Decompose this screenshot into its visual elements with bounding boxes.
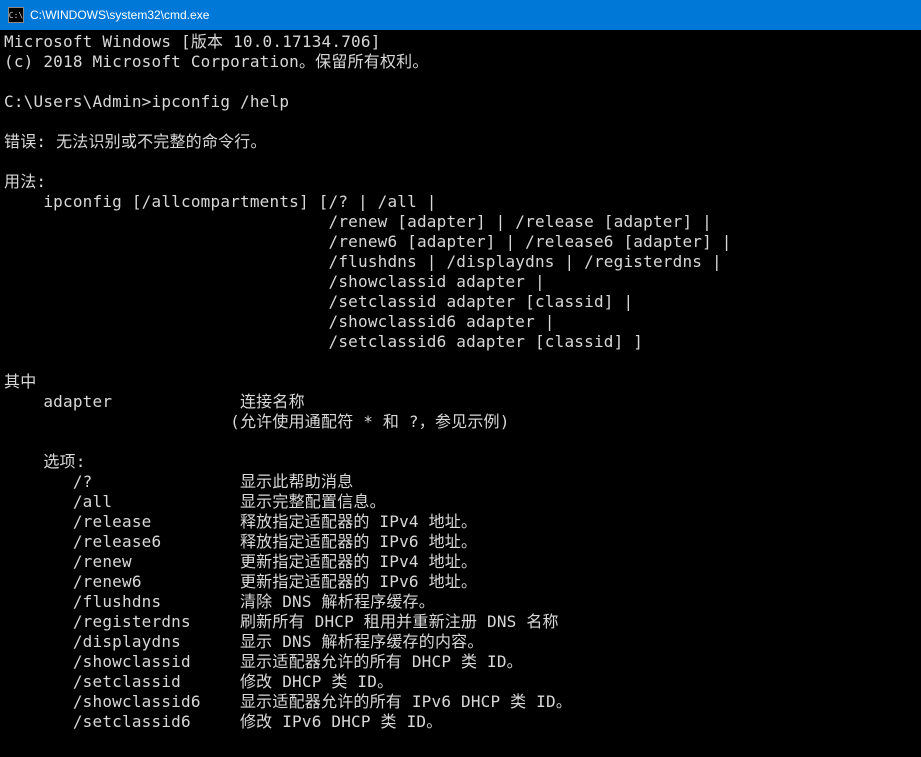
console-line [4, 432, 917, 452]
console-line: 用法: [4, 172, 917, 192]
window-title: C:\WINDOWS\system32\cmd.exe [30, 8, 209, 22]
console-line: /flushdns | /displaydns | /registerdns | [4, 252, 917, 272]
console-line [4, 352, 917, 372]
console-line: /registerdns 刷新所有 DHCP 租用并重新注册 DNS 名称 [4, 612, 917, 632]
console-line: /showclassid6 显示适配器允许的所有 IPv6 DHCP 类 ID。 [4, 692, 917, 712]
console-line: /release6 释放指定适配器的 IPv6 地址。 [4, 532, 917, 552]
console-line: ipconfig [/allcompartments] [/? | /all | [4, 192, 917, 212]
console-line: 选项: [4, 452, 917, 472]
console-line: Microsoft Windows [版本 10.0.17134.706] [4, 32, 917, 52]
console-line: /renew 更新指定适配器的 IPv4 地址。 [4, 552, 917, 572]
console-line: /setclassid adapter [classid] | [4, 292, 917, 312]
console-line [4, 152, 917, 172]
console-line: /release 释放指定适配器的 IPv4 地址。 [4, 512, 917, 532]
console-line [4, 732, 917, 752]
console-line: /showclassid adapter | [4, 272, 917, 292]
console-line: /flushdns 清除 DNS 解析程序缓存。 [4, 592, 917, 612]
console-line: /? 显示此帮助消息 [4, 472, 917, 492]
console-line: adapter 连接名称 [4, 392, 917, 412]
cmd-icon: C:\ [8, 7, 24, 23]
titlebar[interactable]: C:\ C:\WINDOWS\system32\cmd.exe [0, 0, 921, 30]
console-line: 其中 [4, 372, 917, 392]
console-line: /setclassid 修改 DHCP 类 ID。 [4, 672, 917, 692]
console-line: 错误: 无法识别或不完整的命令行。 [4, 132, 917, 152]
console-line: /setclassid6 adapter [classid] ] [4, 332, 917, 352]
console-line: /showclassid 显示适配器允许的所有 DHCP 类 ID。 [4, 652, 917, 672]
console-output[interactable]: Microsoft Windows [版本 10.0.17134.706](c)… [0, 30, 921, 754]
console-line: /displaydns 显示 DNS 解析程序缓存的内容。 [4, 632, 917, 652]
console-line: C:\Users\Admin>ipconfig /help [4, 92, 917, 112]
console-line: (允许使用通配符 * 和 ?，参见示例) [4, 412, 917, 432]
console-line: /renew6 [adapter] | /release6 [adapter] … [4, 232, 917, 252]
console-line [4, 72, 917, 92]
console-line: /setclassid6 修改 IPv6 DHCP 类 ID。 [4, 712, 917, 732]
console-line: /renew [adapter] | /release [adapter] | [4, 212, 917, 232]
console-line [4, 112, 917, 132]
console-line: /all 显示完整配置信息。 [4, 492, 917, 512]
console-line: /renew6 更新指定适配器的 IPv6 地址。 [4, 572, 917, 592]
console-line: /showclassid6 adapter | [4, 312, 917, 332]
console-line: (c) 2018 Microsoft Corporation。保留所有权利。 [4, 52, 917, 72]
